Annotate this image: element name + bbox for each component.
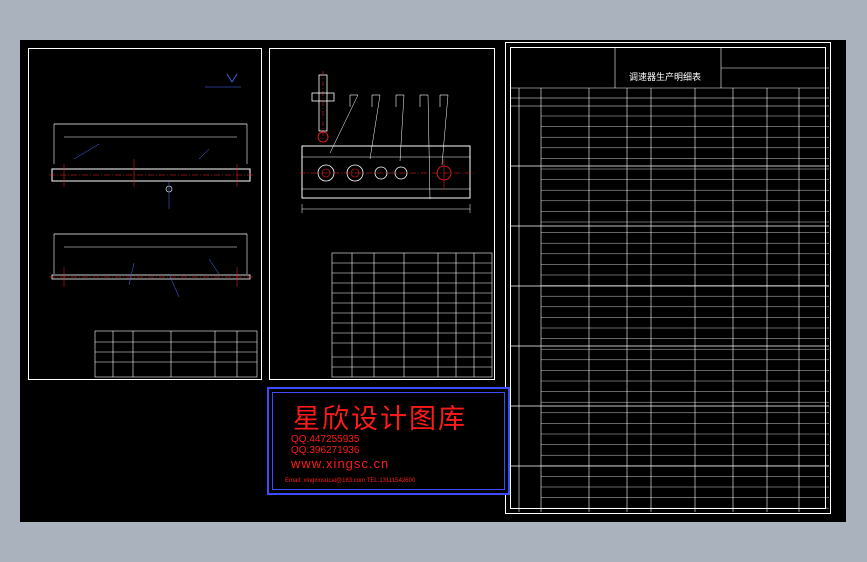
cad-drawing-viewport[interactable]: 调速器生产明细表 星欣设计图库 QQ:447255935 QQ:39627193… [20, 40, 846, 522]
watermark-title: 星欣设计图库 [293, 404, 467, 435]
watermark-url: www.xingsc.cn [291, 456, 390, 471]
drawing-sheet-left [28, 48, 262, 380]
production-table-grid [511, 48, 829, 512]
assembly-view [300, 71, 493, 378]
watermark-contact: Email: xingxinsucai@163.com TEL:13111542… [285, 478, 416, 484]
watermark-stamp: 星欣设计图库 QQ:447255935 QQ:396271936 www.xin… [267, 387, 510, 495]
table-frame: 调速器生产明细表 [510, 47, 829, 512]
watermark-qq-1: QQ:447255935 [291, 434, 360, 445]
drawing-sheet-right: 调速器生产明细表 [505, 42, 831, 514]
watermark-qq-2: QQ:396271936 [291, 445, 360, 456]
drawing-sheet-middle [269, 48, 495, 380]
part-views [49, 73, 258, 378]
